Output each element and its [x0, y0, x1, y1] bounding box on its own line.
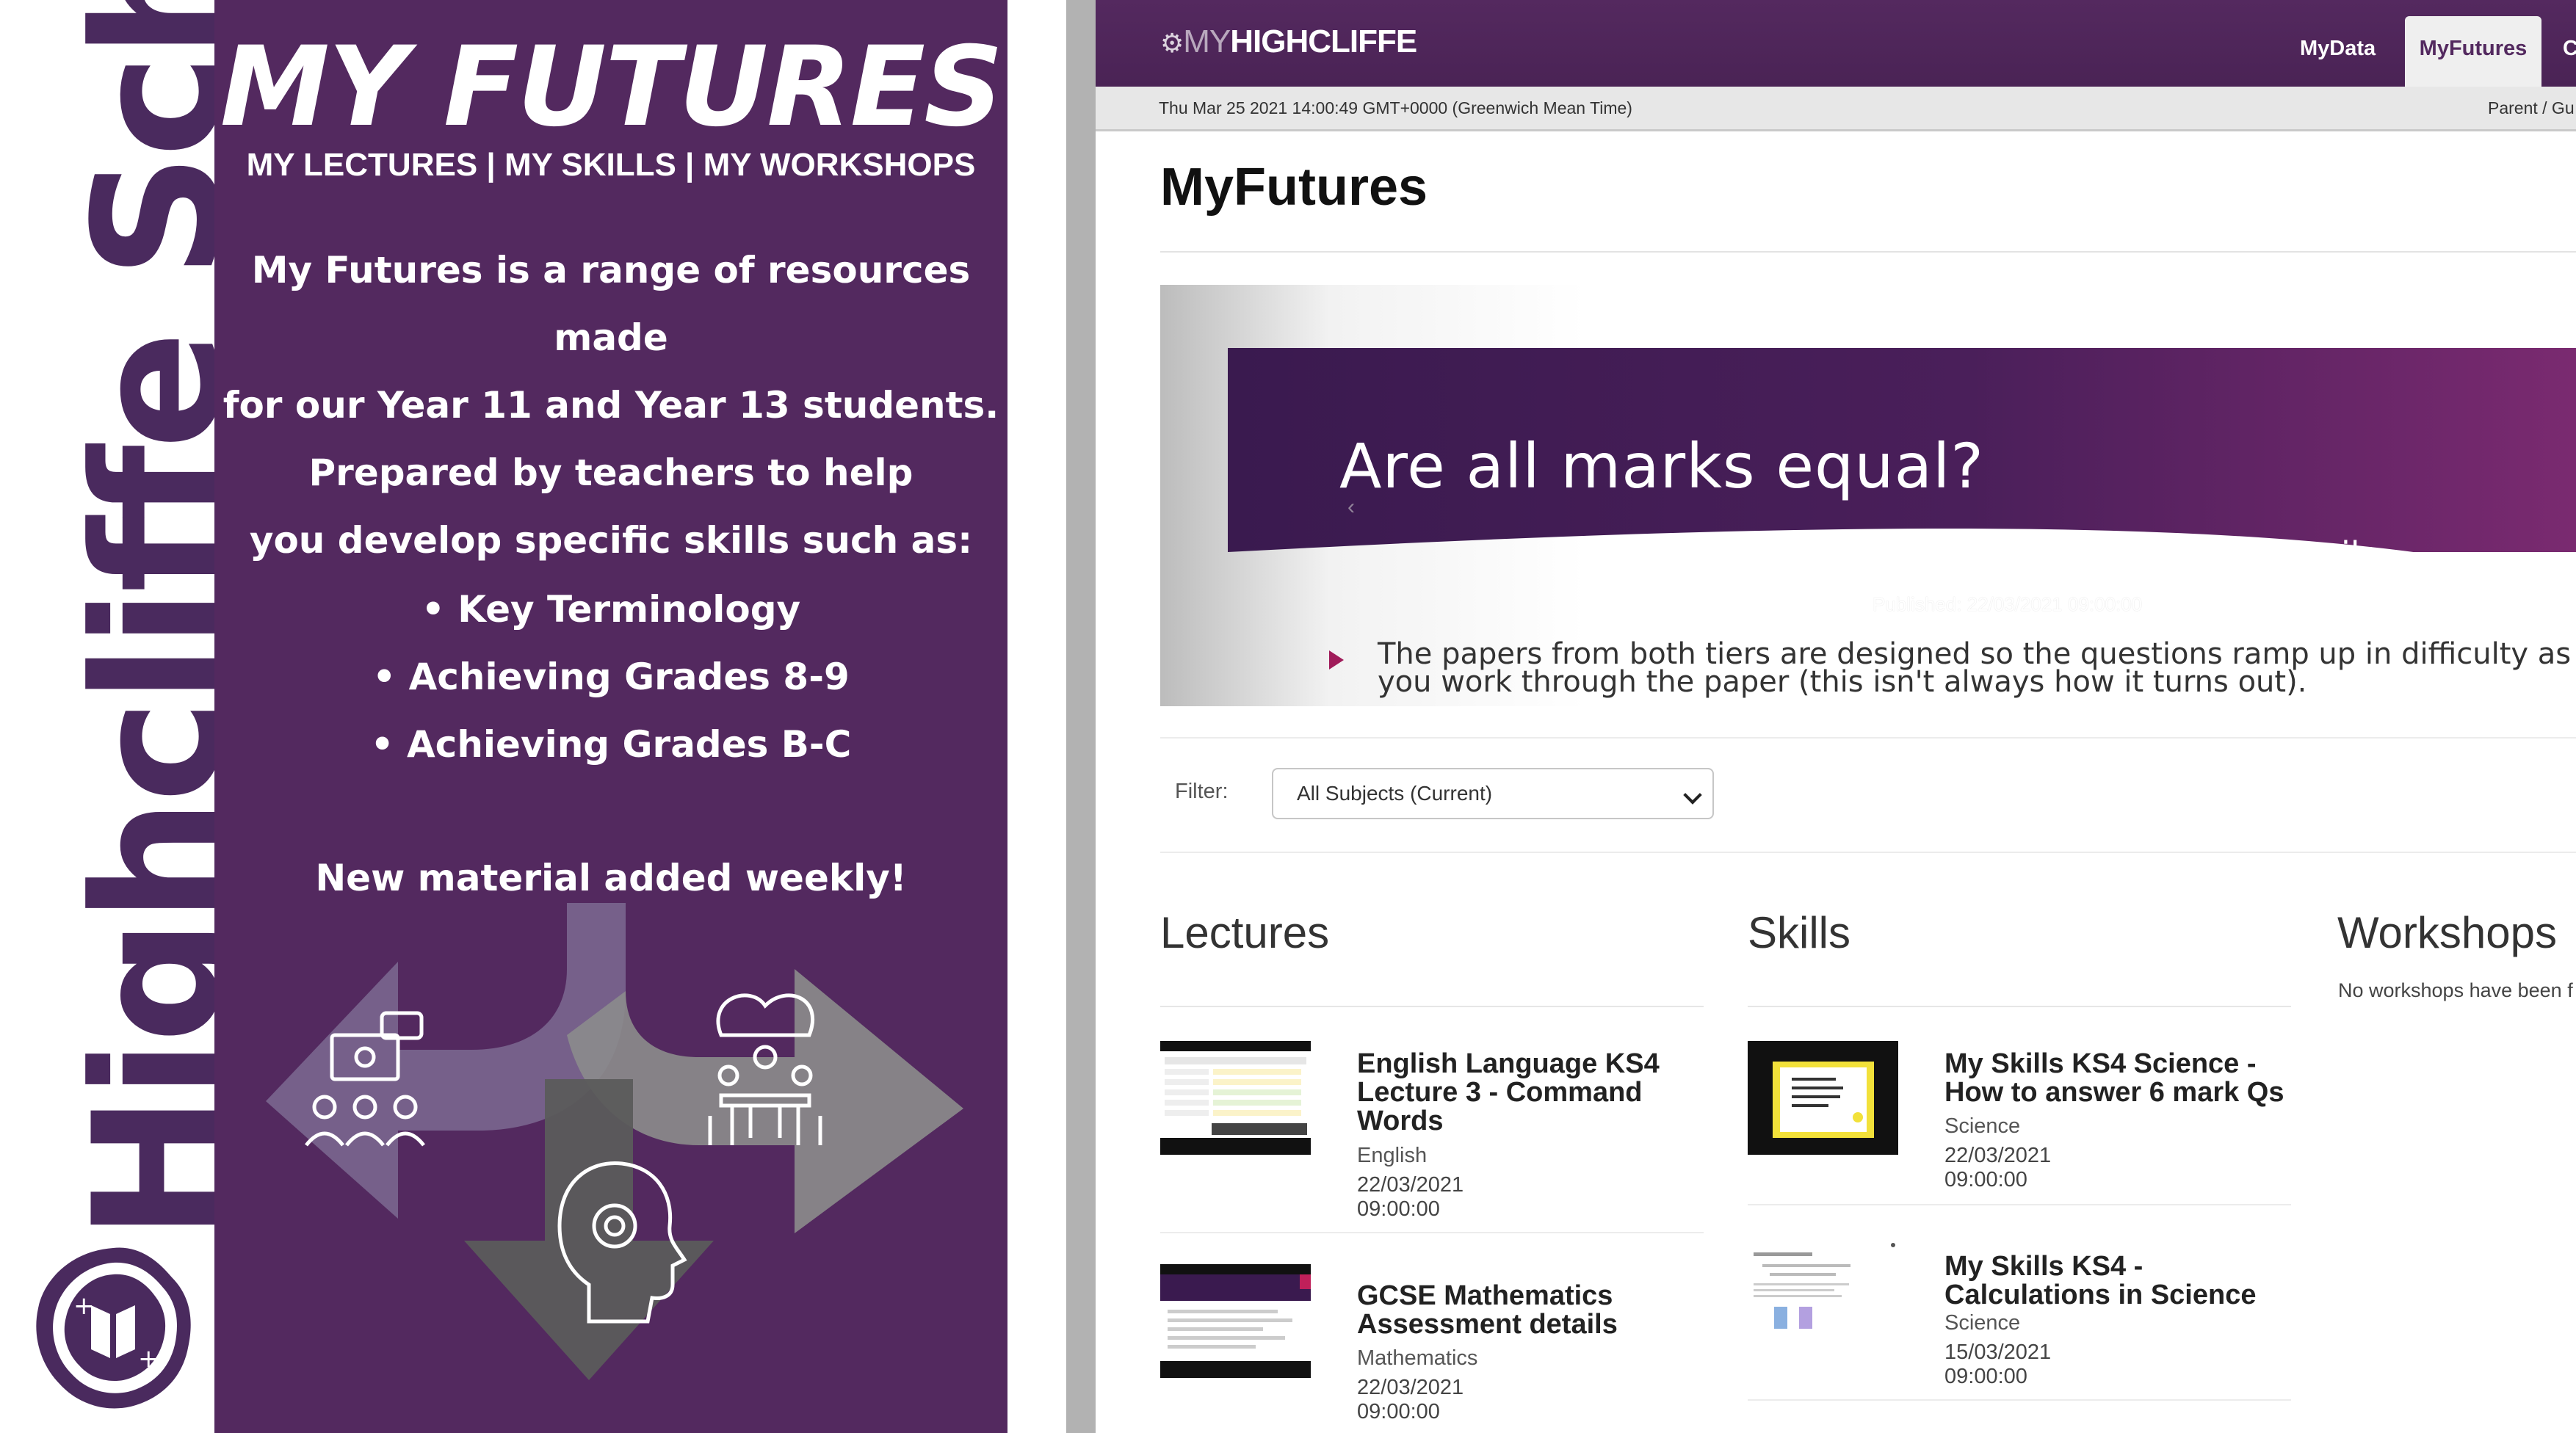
current-datetime: Thu Mar 25 2021 14:00:49 GMT+0000 (Green…: [1159, 98, 1632, 117]
filter-selected-value: All Subjects (Current): [1297, 782, 1493, 805]
lecture-date: 22/03/2021 09:00:00: [1357, 1173, 1464, 1221]
lecture-thumbnail: [1160, 1264, 1311, 1378]
nav-mydata[interactable]: MyData: [2300, 16, 2376, 87]
logo-text-bold: HIGHCLIFFE: [1230, 23, 1417, 59]
divider: [1160, 251, 2576, 253]
skills-bullet-list: • Key Terminology • Achieving Grades 8-9…: [214, 576, 1007, 778]
slide-heading: Are all marks equal?: [1339, 430, 1984, 502]
site-header: ⚙MYHIGHCLIFFE MyData MyFutures C: [1096, 0, 2576, 87]
svg-text:+: +: [73, 1291, 95, 1321]
bullet-triangle-icon: [1329, 650, 1344, 670]
bullet-item: • Key Terminology: [421, 588, 801, 631]
skill-date: 22/03/2021 09:00:00: [1944, 1144, 2052, 1191]
bullet-item: • Achieving Grades 8-9: [372, 656, 850, 698]
divider: [1748, 1204, 2291, 1205]
chevron-down-icon: [1683, 786, 1702, 805]
lecture-thumbnail: [1160, 1041, 1311, 1155]
divider: [1748, 1399, 2291, 1401]
skills-heading: Skills: [1748, 908, 1851, 957]
divider: [1160, 1006, 1704, 1007]
lecture-title[interactable]: GCSE Mathematics Assessment details: [1357, 1282, 1695, 1339]
panel-description: My Futures is a range of resources made …: [214, 236, 1007, 574]
slide-published: Published: 22/03/2021 09:00:00: [1873, 593, 2143, 615]
lectures-heading: Lectures: [1160, 908, 1330, 957]
school-crest-icon: + +: [36, 1247, 191, 1409]
svg-text:+: +: [138, 1344, 159, 1374]
lecture-title[interactable]: English Language KS4 Lecture 3 - Command…: [1357, 1050, 1695, 1136]
skill-title[interactable]: My Skills KS4 Science - How to answer 6 …: [1944, 1050, 2297, 1107]
vertical-brand-strip: Highcliffe School + +: [0, 0, 260, 1433]
status-bar: Thu Mar 25 2021 14:00:49 GMT+0000 (Green…: [1096, 87, 2576, 131]
description-line: for our Year 11 and Year 13 students.: [222, 384, 999, 427]
lecture-subject: Mathematics: [1357, 1346, 1478, 1370]
skill-subject: Science: [1944, 1114, 2021, 1138]
panel-title: MY FUTURES: [220, 23, 1004, 151]
divider: [1748, 1006, 2291, 1007]
my-futures-info-panel: MY FUTURES MY LECTURES | MY SKILLS | MY …: [214, 0, 1007, 1433]
user-role[interactable]: Parent / Gu: [2488, 98, 2575, 118]
workshops-heading: Workshops: [2337, 908, 2558, 957]
slide-subtitle: GCSE Mathematics Assessment details: [1720, 534, 2378, 574]
logo-text-thin: MY: [1183, 23, 1231, 59]
nav-more[interactable]: C: [2563, 16, 2576, 87]
skill-thumbnail: [1748, 1041, 1898, 1155]
skill-subject: Science: [1944, 1311, 2021, 1335]
divider: [1160, 852, 2576, 853]
page-title: MyFutures: [1160, 158, 1428, 217]
lecture-date: 22/03/2021 09:00:00: [1357, 1376, 1464, 1423]
skill-date: 15/03/2021 09:00:00: [1944, 1341, 2052, 1388]
description-line: My Futures is a range of resources made: [251, 249, 971, 359]
nav-myfutures[interactable]: MyFutures: [2405, 16, 2541, 87]
featured-carousel[interactable]: ‹ Are all marks equal? GCSE Mathematics …: [1160, 285, 2576, 706]
gutter: [1007, 0, 1066, 1433]
lecture-subject: English: [1357, 1144, 1428, 1167]
panel-subtitle: MY LECTURES | MY SKILLS | MY WORKSHOPS: [246, 147, 976, 183]
logo-gear-icon: ⚙: [1160, 28, 1184, 58]
description-line: Prepared by teachers to help: [308, 451, 913, 494]
three-way-arrow-graphic: [266, 903, 963, 1380]
description-line: you develop specific skills such as:: [249, 519, 973, 562]
skill-title[interactable]: My Skills KS4 - Calculations in Science: [1944, 1252, 2297, 1310]
new-material-note: New material added weekly!: [315, 857, 907, 899]
skill-thumbnail: [1748, 1242, 1898, 1356]
divider: [1160, 737, 2576, 739]
slide-bullet-text: The papers from both tiers are designed …: [1378, 637, 2572, 699]
bullet-item: • Achieving Grades B-C: [370, 723, 852, 766]
gutter-shadow: [1066, 0, 1096, 1433]
no-workshops-message: No workshops have been f: [2338, 979, 2573, 1001]
filter-label: Filter:: [1175, 780, 1229, 803]
site-logo[interactable]: ⚙MYHIGHCLIFFE: [1160, 23, 1417, 60]
myhighcliffe-website: ⚙MYHIGHCLIFFE MyData MyFutures C Thu Mar…: [1096, 0, 2576, 1433]
divider: [1160, 1232, 1704, 1233]
subject-filter-select[interactable]: All Subjects (Current): [1272, 768, 1714, 819]
